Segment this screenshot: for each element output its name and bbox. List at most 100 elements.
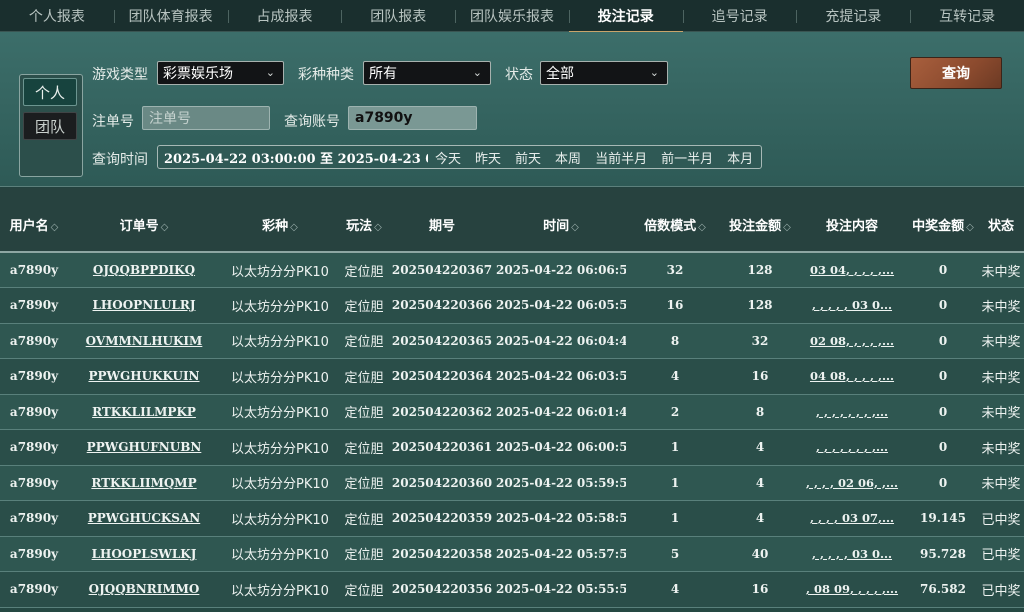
cell-bet-content[interactable]: , , , , , 03 0... <box>796 536 908 572</box>
game-type-select[interactable]: 彩票娱乐场 ⌄ <box>157 61 284 85</box>
cell-bet-content[interactable]: , , , , , 03 0... <box>796 287 908 324</box>
col-win-amount[interactable]: 中奖金额 ◇ <box>908 188 978 253</box>
cell-order-number[interactable]: PPWGHUCKSAN <box>68 500 220 537</box>
table-row: a7890y OJQQBNRIMMO 以太坊分分PK10 定位胆 20250422035… <box>0 571 1024 608</box>
table-row: a7890y PPWGHUCKSAN 以太坊分分PK10 定位胆 20250422035… <box>0 500 1024 537</box>
cell-issue-number: 202504220358 <box>388 536 496 572</box>
tab-bet-records[interactable]: 投注记录 <box>568 0 683 33</box>
cell-order-number[interactable]: OJQQBPPDIKQ <box>68 252 220 288</box>
cell-play-type: 定位胆 <box>340 536 388 572</box>
cell-order-number[interactable]: OVMMNLHUKIM <box>68 323 220 359</box>
cell-username: a7890y <box>0 429 68 466</box>
cell-bet-content[interactable]: 03 04, , , , ,... <box>796 252 908 288</box>
col-bet-amount[interactable]: 投注金额 ◇ <box>724 188 796 253</box>
col-time[interactable]: 时间 ◇ <box>496 188 626 253</box>
quick-day-before[interactable]: 前天 <box>508 148 548 167</box>
query-time-label: 查询时间 <box>92 152 148 168</box>
cell-play-type: 定位胆 <box>340 358 388 395</box>
cell-time: 2025-04-22 05:59:56 <box>496 465 626 501</box>
cell-status: 未中奖 <box>978 323 1024 359</box>
cell-order-number[interactable]: PPWGHUKKUIN <box>68 358 220 395</box>
status-select[interactable]: 全部 ⌄ <box>540 61 668 85</box>
cell-bet-content[interactable]: , , , , , , , ,... <box>796 394 908 430</box>
quick-this-week[interactable]: 本周 <box>548 148 588 167</box>
col-issue-number: 期号 <box>388 188 496 253</box>
cell-order-number[interactable]: RTKKLILMPKP <box>68 394 220 430</box>
cell-bet-content[interactable]: , , , , 02 06, ,... <box>796 465 908 501</box>
cell-status: 未中奖 <box>978 252 1024 288</box>
cell-username: a7890y <box>0 252 68 288</box>
cell-bet-amount: 32 <box>724 323 796 359</box>
tab-chase-records[interactable]: 追号记录 <box>682 0 797 32</box>
cell-username: a7890y <box>0 323 68 359</box>
col-status: 状态 <box>978 188 1024 253</box>
cell-order-number[interactable]: RTKKLIIMQMP <box>68 465 220 501</box>
sort-icon[interactable]: ◇ <box>290 222 298 233</box>
bet-records-table-area: 用户名 ◇ 订单号 ◇ 彩种 ◇ 玩法 ◇ 期号 时间 ◇ 倍数模式 ◇ 投注金额 ◇ 投注内… <box>0 188 1024 612</box>
cell-issue-number: 202504220366 <box>388 287 496 324</box>
quick-this-month[interactable]: 本月 <box>720 148 760 167</box>
cell-bet-amount: 40 <box>724 536 796 572</box>
quick-current-half-month[interactable]: 当前半月 <box>588 148 654 167</box>
date-range-input[interactable]: 2025-04-22 03:00:00 至 2025-04-23 03:00:0… <box>158 148 428 167</box>
col-lottery[interactable]: 彩种 ◇ <box>220 188 340 253</box>
tab-personal-report[interactable]: 个人报表 <box>0 0 114 32</box>
cell-status: 未中奖 <box>978 465 1024 501</box>
quick-today[interactable]: 今天 <box>428 148 468 167</box>
search-button[interactable]: 查询 <box>910 57 1002 89</box>
cell-play-type: 定位胆 <box>340 429 388 466</box>
scope-personal-button[interactable]: 个人 <box>23 78 77 106</box>
cell-bet-content[interactable]: , , , , 03 07,... <box>796 500 908 537</box>
sort-icon[interactable]: ◇ <box>698 222 706 233</box>
sort-icon[interactable]: ◇ <box>374 222 382 233</box>
scope-team-button[interactable]: 团队 <box>23 112 77 140</box>
cell-bet-amount: 4 <box>724 500 796 537</box>
sort-icon[interactable]: ◇ <box>783 222 791 233</box>
tab-transfer-records[interactable]: 互转记录 <box>910 0 1024 32</box>
order-number-input[interactable]: 注单号 <box>142 106 270 130</box>
cell-order-number[interactable]: PPWGHUFNUBN <box>68 429 220 466</box>
sort-icon[interactable]: ◇ <box>571 222 579 233</box>
tab-team-report[interactable]: 团队报表 <box>341 0 455 32</box>
cell-order-number[interactable]: LHOOPNLULRJ <box>68 287 220 324</box>
cell-username: a7890y <box>0 358 68 395</box>
col-username[interactable]: 用户名 ◇ <box>0 188 68 253</box>
tab-share-report[interactable]: 占成报表 <box>227 0 342 32</box>
cell-bet-content[interactable]: , 08 09, , , , ,... <box>796 571 908 608</box>
cell-play-type: 定位胆 <box>340 394 388 430</box>
sort-icon[interactable]: ◇ <box>966 222 974 233</box>
cell-bet-amount: 128 <box>724 287 796 324</box>
cell-issue-number: 202504220365 <box>388 323 496 359</box>
cell-win-amount: 0 <box>908 358 978 395</box>
cell-bet-amount: 16 <box>724 571 796 608</box>
cell-win-amount: 0 <box>908 287 978 324</box>
col-play-type[interactable]: 玩法 ◇ <box>340 188 388 253</box>
col-multiplier[interactable]: 倍数模式 ◇ <box>626 188 724 253</box>
lottery-type-select[interactable]: 所有 ⌄ <box>363 61 491 85</box>
cell-order-number[interactable]: LHOOPLSWLKJ <box>68 536 220 572</box>
cell-multiplier: 5 <box>626 536 724 572</box>
status-label: 状态 <box>505 67 533 83</box>
cell-play-type: 定位胆 <box>340 287 388 324</box>
quick-yesterday[interactable]: 昨天 <box>468 148 508 167</box>
cell-order-number[interactable]: OJQQBNRIMMO <box>68 571 220 608</box>
tab-team-sports-report[interactable]: 团队体育报表 <box>113 0 228 32</box>
cell-bet-content[interactable]: 04 08, , , , ,... <box>796 358 908 395</box>
tab-team-entertainment-report[interactable]: 团队娱乐报表 <box>455 0 569 32</box>
quick-previous-half-month[interactable]: 前一半月 <box>654 148 720 167</box>
cell-play-type: 定位胆 <box>340 571 388 608</box>
cell-multiplier: 8 <box>626 323 724 359</box>
cell-lottery: 以太坊分分PK10 <box>220 465 340 501</box>
col-order-number[interactable]: 订单号 ◇ <box>68 188 220 253</box>
sort-icon[interactable]: ◇ <box>161 222 169 233</box>
cell-multiplier: 1 <box>626 500 724 537</box>
bet-records-table: 用户名 ◇ 订单号 ◇ 彩种 ◇ 玩法 ◇ 期号 时间 ◇ 倍数模式 ◇ 投注金额 ◇ 投注内… <box>0 188 1024 608</box>
sort-icon[interactable]: ◇ <box>51 222 59 233</box>
cell-status: 已中奖 <box>978 500 1024 537</box>
cell-bet-content[interactable]: 02 08, , , , ,... <box>796 323 908 359</box>
cell-bet-content[interactable]: , , , , , , , ,... <box>796 429 908 466</box>
cell-issue-number: 202504220360 <box>388 465 496 501</box>
table-row: a7890y RTKKLILMPKP 以太坊分分PK10 定位胆 20250422036… <box>0 394 1024 430</box>
account-input[interactable]: a7890y <box>348 106 477 130</box>
tab-deposit-withdraw-records[interactable]: 充提记录 <box>796 0 910 32</box>
